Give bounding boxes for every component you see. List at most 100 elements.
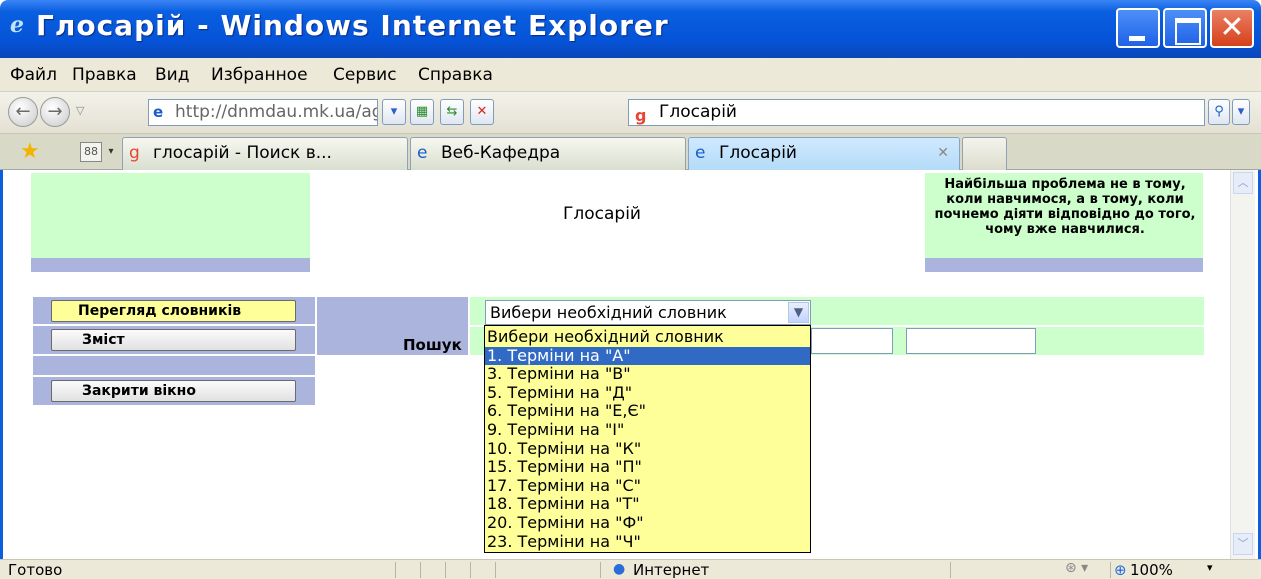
close-window-page-button[interactable]: Закрити вікно [51, 380, 296, 402]
dictionary-option[interactable]: 10. Терміни на "К" [485, 439, 810, 458]
address-bar: ← → ▽ e http://dnmdau.mk.ua/agr ▾ ▦ ⇆ ✕ … [0, 92, 1261, 134]
refresh-button[interactable]: ⇆ [440, 99, 464, 125]
ie-page-icon: e [695, 143, 706, 163]
search-text: Глосарій [659, 102, 737, 122]
forward-button[interactable]: → [40, 97, 70, 127]
compatibility-icon: ▦ [415, 104, 429, 119]
back-arrow-icon: ← [15, 101, 31, 122]
tab-bar: ★ 88 ▾ g глосарій - Поиск в... e Веб-Каф… [0, 134, 1261, 170]
search-field-1[interactable] [811, 328, 893, 354]
divider [600, 562, 601, 578]
dictionary-option[interactable]: 9. Терміни на "І" [485, 421, 810, 439]
divider [33, 375, 315, 377]
dictionary-select[interactable]: Вибери необхідний словник ▼ [485, 300, 811, 325]
dictionary-option[interactable]: 5. Терміни на "Д" [485, 383, 810, 402]
close-icon: ✕ [1219, 10, 1245, 45]
search-options-button[interactable]: ▾ [1232, 99, 1250, 125]
search-button[interactable]: ⚲ [1208, 99, 1230, 125]
minimize-button[interactable] [1116, 8, 1160, 48]
menu-view[interactable]: Вид [155, 65, 189, 85]
security-zone: Интернет [633, 561, 710, 579]
chevron-down-icon[interactable]: ▾ [1207, 561, 1213, 574]
menu-file[interactable]: Файл [10, 65, 57, 85]
chevron-down-icon: ▾ [108, 146, 114, 157]
chevron-down-icon[interactable]: ▼ [788, 302, 809, 323]
tab-list-dropdown[interactable]: ▾ [104, 142, 118, 162]
chevron-down-icon: ▾ [1237, 104, 1245, 119]
divider [445, 562, 446, 578]
dictionary-option[interactable]: 17. Терміни на "С" [485, 476, 810, 495]
contents-button[interactable]: Зміст [51, 329, 296, 351]
divider [395, 562, 396, 578]
divider [495, 562, 496, 578]
search-label: Пошук [403, 336, 462, 354]
dictionary-option[interactable]: 1. Терміни на "А" [485, 346, 810, 365]
window-title: Глосарій - Windows Internet Explorer [36, 9, 669, 42]
grid-icon: 88 [84, 145, 98, 158]
scroll-down-icon[interactable]: ﹀ [1233, 533, 1253, 555]
compatibility-button[interactable]: ▦ [410, 99, 434, 125]
tab-label: Глосарій [719, 143, 797, 163]
url-field[interactable]: e http://dnmdau.mk.ua/agr [148, 99, 378, 126]
tab-label: глосарій - Поиск в... [153, 143, 332, 163]
search-field-2[interactable] [906, 328, 1036, 354]
scroll-up-icon[interactable]: ︿ [1233, 172, 1253, 194]
history-dropdown-icon[interactable]: ▽ [76, 104, 84, 117]
maximize-button[interactable] [1163, 8, 1207, 48]
search-provider-icon: g [635, 106, 647, 125]
forward-arrow-icon: → [47, 101, 63, 122]
dictionary-option[interactable]: 3. Терміни на "В" [485, 365, 810, 383]
divider [420, 562, 421, 578]
page-icon: e [153, 103, 164, 121]
favorites-star-icon[interactable]: ★ [20, 139, 40, 164]
tab-web-kafedra[interactable]: e Веб-Кафедра [410, 137, 686, 170]
browse-dictionaries-button[interactable]: Перегляд словників [51, 300, 296, 322]
vertical-scrollbar[interactable]: ︿ ﹀ [1230, 170, 1255, 559]
tab-label: Веб-Кафедра [441, 143, 561, 163]
ie-page-icon: e [417, 143, 428, 163]
menu-tools[interactable]: Сервис [333, 65, 397, 85]
menu-help[interactable]: Справка [418, 65, 493, 85]
dictionary-option[interactable]: 18. Терміни на "Т" [485, 495, 810, 513]
menu-bar: Файл Правка Вид Избранное Сервис Справка [0, 58, 1261, 92]
divider [1110, 562, 1111, 578]
new-tab-button[interactable] [962, 137, 1007, 170]
google-icon: g [129, 143, 140, 163]
zoom-icon: ⊕ [1114, 561, 1127, 579]
divider [33, 354, 315, 356]
dictionary-options-list[interactable]: Вибери необхідний словник 1. Терміни на "… [484, 325, 811, 553]
menu-favorites[interactable]: Избранное [211, 65, 308, 85]
dictionary-option[interactable]: Вибери необхідний словник [485, 328, 810, 346]
left-header-strip [31, 258, 310, 272]
close-window-button[interactable]: ✕ [1210, 8, 1254, 48]
dictionary-option[interactable]: 6. Терміни на "Е,Є" [485, 402, 810, 420]
menu-edit[interactable]: Правка [72, 65, 137, 85]
quote-text: Найбільша проблема не в тому, коли навчи… [934, 177, 1196, 237]
close-tab-icon[interactable]: ✕ [937, 138, 949, 168]
page-content: Глосарій Найбільша проблема не в тому, к… [0, 170, 1261, 559]
divider [470, 562, 471, 578]
status-text: Готово [8, 561, 63, 579]
zoom-level[interactable]: 100% [1130, 561, 1173, 579]
globe-icon: ● [613, 561, 626, 577]
select-value: Вибери необхідний словник [490, 303, 727, 322]
quick-tabs-button[interactable]: 88 [80, 142, 102, 162]
stop-icon: ✕ [476, 104, 488, 119]
title-bar[interactable]: ℯ Глосарій - Windows Internet Explorer ✕ [0, 0, 1261, 58]
stop-button[interactable]: ✕ [470, 99, 494, 125]
protected-mode-icon[interactable]: ⊛ ▾ [1065, 560, 1088, 576]
tab-search[interactable]: g глосарій - Поиск в... [122, 137, 408, 170]
search-input[interactable]: g Глосарій [628, 99, 1205, 126]
dictionary-option[interactable]: 23. Терміни на "Ч" [485, 532, 810, 551]
dictionary-option[interactable]: 20. Терміни на "Ф" [485, 514, 810, 532]
tab-glossary[interactable]: e Глосарій ✕ [688, 137, 960, 170]
minimize-icon [1118, 10, 1158, 46]
chevron-down-icon: ▾ [390, 104, 398, 119]
status-bar: Готово ● Интернет ⊛ ▾ ⊕ 100% ▾ [0, 559, 1261, 579]
back-button[interactable]: ← [8, 97, 38, 127]
page-title: Глосарій [563, 204, 641, 224]
search-icon: ⚲ [1214, 104, 1224, 119]
url-dropdown-button[interactable]: ▾ [382, 99, 406, 125]
quote-strip [925, 258, 1203, 272]
dictionary-option[interactable]: 15. Терміни на "П" [485, 458, 810, 476]
